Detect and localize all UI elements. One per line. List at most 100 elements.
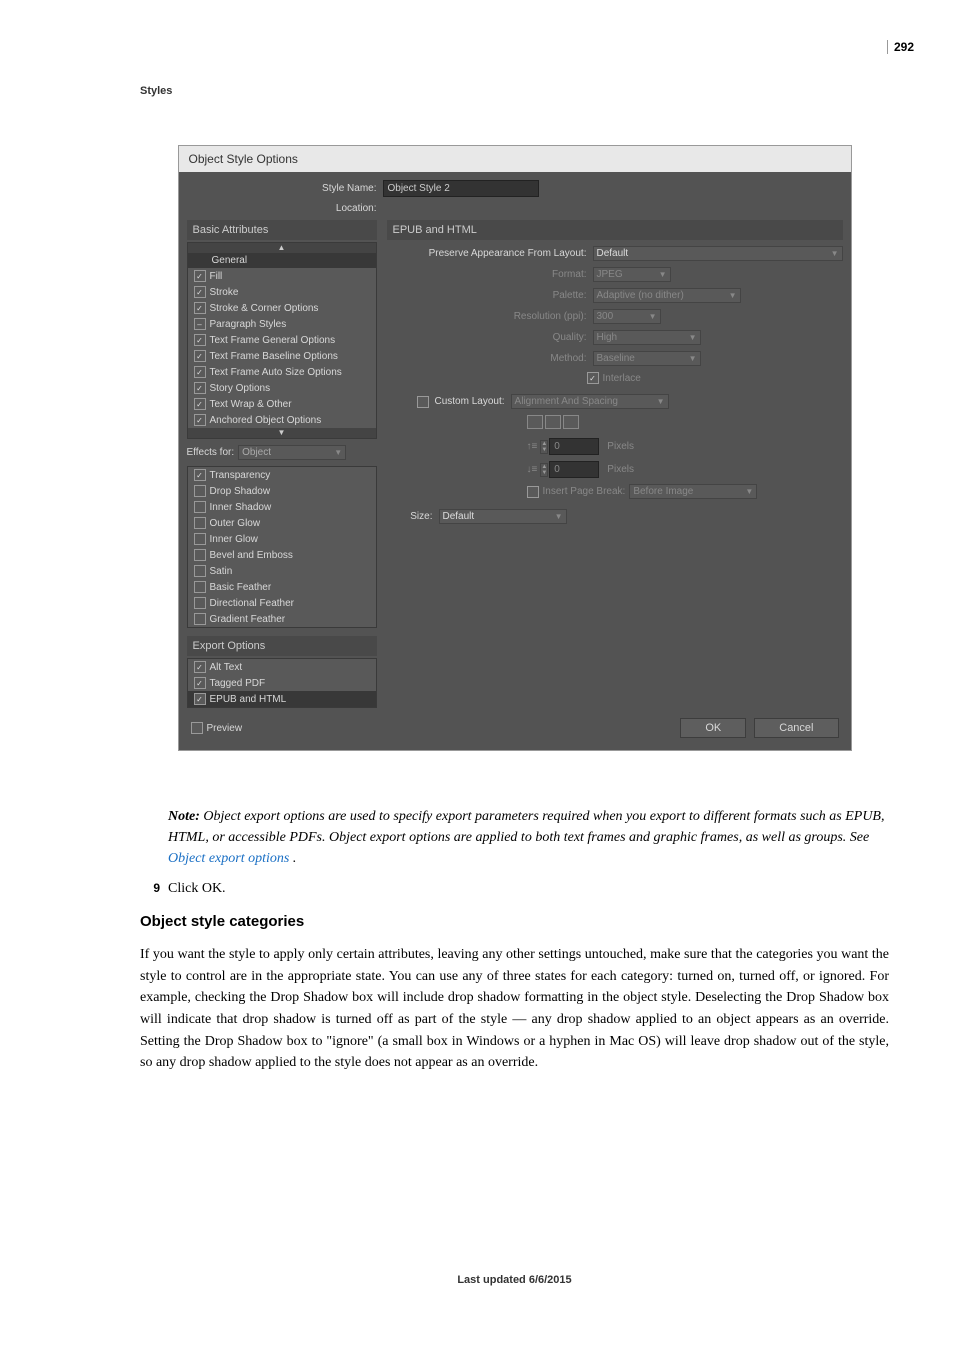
chevron-down-icon: ▼ [745,487,753,496]
list-item[interactable]: Drop Shadow [188,483,376,499]
checkbox-icon[interactable] [194,366,206,378]
list-item[interactable]: Gradient Feather [188,611,376,627]
export-options-header: Export Options [187,636,377,656]
cancel-button[interactable]: Cancel [754,718,838,738]
preserve-appearance-select[interactable]: Default▼ [593,246,843,261]
custom-layout-select: Alignment And Spacing▼ [511,394,669,409]
chevron-down-icon: ▼ [659,270,667,279]
preview-checkbox[interactable] [191,722,203,734]
list-item[interactable]: Tagged PDF [188,675,376,691]
list-item[interactable]: EPUB and HTML [188,691,376,707]
size-label: Size: [387,511,439,522]
checkbox-icon[interactable] [194,469,206,481]
checkbox-icon[interactable] [194,270,206,282]
checkbox-icon[interactable] [194,318,206,330]
checkbox-icon[interactable] [194,501,206,513]
method-select: Baseline▼ [593,351,701,366]
note-paragraph: Note: Object export options are used to … [168,806,889,869]
checkbox-icon[interactable] [194,613,206,625]
chevron-down-icon: ▼ [649,312,657,321]
checkbox-icon[interactable] [194,677,206,689]
list-item[interactable]: Bevel and Emboss [188,547,376,563]
checkbox-icon[interactable] [194,549,206,561]
list-item[interactable]: Stroke [188,284,376,300]
chevron-down-icon: ▼ [729,291,737,300]
list-item[interactable]: Directional Feather [188,595,376,611]
effects-for-select[interactable]: Object▼ [238,445,346,460]
method-label: Method: [387,353,593,364]
list-item[interactable]: Outer Glow [188,515,376,531]
subsection-heading: Object style categories [140,913,889,930]
list-item[interactable]: Anchored Object Options [188,412,376,428]
effects-list: Transparency Drop Shadow Inner Shadow Ou… [187,466,377,628]
ok-button[interactable]: OK [680,718,746,738]
list-item[interactable]: Satin [188,563,376,579]
object-style-options-dialog: Object Style Options Style Name: Locatio… [178,145,852,751]
list-item[interactable]: Stroke & Corner Options [188,300,376,316]
format-label: Format: [387,269,593,280]
list-item[interactable]: General [188,253,376,268]
dialog-title: Object Style Options [179,146,851,172]
checkbox-icon[interactable] [194,334,206,346]
custom-layout-label: Custom Layout: [435,396,505,407]
list-item[interactable]: Fill [188,268,376,284]
custom-layout-checkbox[interactable] [417,396,429,408]
preview-label: Preview [207,723,243,734]
section-heading: Styles [140,85,889,97]
insert-break-label: Insert Page Break: [543,486,626,497]
checkbox-icon[interactable] [194,517,206,529]
alignment-icons [527,415,581,432]
style-name-input[interactable] [383,180,539,197]
list-item[interactable]: Paragraph Styles [188,316,376,332]
size-select[interactable]: Default▼ [439,509,567,524]
list-item[interactable]: Text Frame Auto Size Options [188,364,376,380]
list-item[interactable]: Text Frame Baseline Options [188,348,376,364]
list-item[interactable]: Text Frame General Options [188,332,376,348]
preserve-appearance-label: Preserve Appearance From Layout: [387,248,593,259]
checkbox-icon[interactable] [194,398,206,410]
space-after-input [549,461,599,478]
scroll-down-icon[interactable]: ▼ [188,428,376,438]
interlace-label: Interlace [603,373,641,384]
insert-break-select: Before Image▼ [629,484,757,499]
checkbox-icon[interactable] [194,302,206,314]
step-number: 9 [140,881,160,897]
interlace-checkbox [587,372,599,384]
list-item[interactable]: Alt Text [188,659,376,675]
scroll-up-icon[interactable]: ▲ [188,243,376,253]
checkbox-icon[interactable] [194,581,206,593]
checkbox-icon[interactable] [194,533,206,545]
checkbox-icon[interactable] [194,414,206,426]
list-item[interactable]: Story Options [188,380,376,396]
space-before-input [549,438,599,455]
last-updated: Last updated 6/6/2015 [140,1274,889,1286]
insert-break-checkbox [527,486,539,498]
palette-select: Adaptive (no dither)▼ [593,288,741,303]
chevron-down-icon: ▼ [334,448,342,457]
checkbox-icon[interactable] [194,597,206,609]
chevron-down-icon: ▼ [831,249,839,258]
list-item[interactable]: Basic Feather [188,579,376,595]
chevron-down-icon: ▼ [689,333,697,342]
checkbox-icon[interactable] [194,485,206,497]
checkbox-icon[interactable] [194,565,206,577]
resolution-label: Resolution (ppi): [387,311,593,322]
list-item[interactable]: Inner Glow [188,531,376,547]
checkbox-icon[interactable] [194,286,206,298]
note-prefix: Note: [168,809,200,824]
location-label: Location: [187,203,383,214]
list-item[interactable]: Inner Shadow [188,499,376,515]
space-after-icon: ↓≡ [527,464,538,475]
checkbox-icon[interactable] [194,382,206,394]
list-item[interactable]: Transparency [188,467,376,483]
style-name-label: Style Name: [187,183,383,194]
checkbox-icon[interactable] [194,350,206,362]
step-text: Click OK. [168,881,226,897]
list-item[interactable]: Text Wrap & Other [188,396,376,412]
checkbox-icon[interactable] [194,693,206,705]
chevron-down-icon: ▼ [657,397,665,406]
body-paragraph: If you want the style to apply only cert… [140,944,889,1074]
object-export-options-link[interactable]: Object export options [168,851,289,866]
format-select: JPEG▼ [593,267,671,282]
checkbox-icon[interactable] [194,661,206,673]
